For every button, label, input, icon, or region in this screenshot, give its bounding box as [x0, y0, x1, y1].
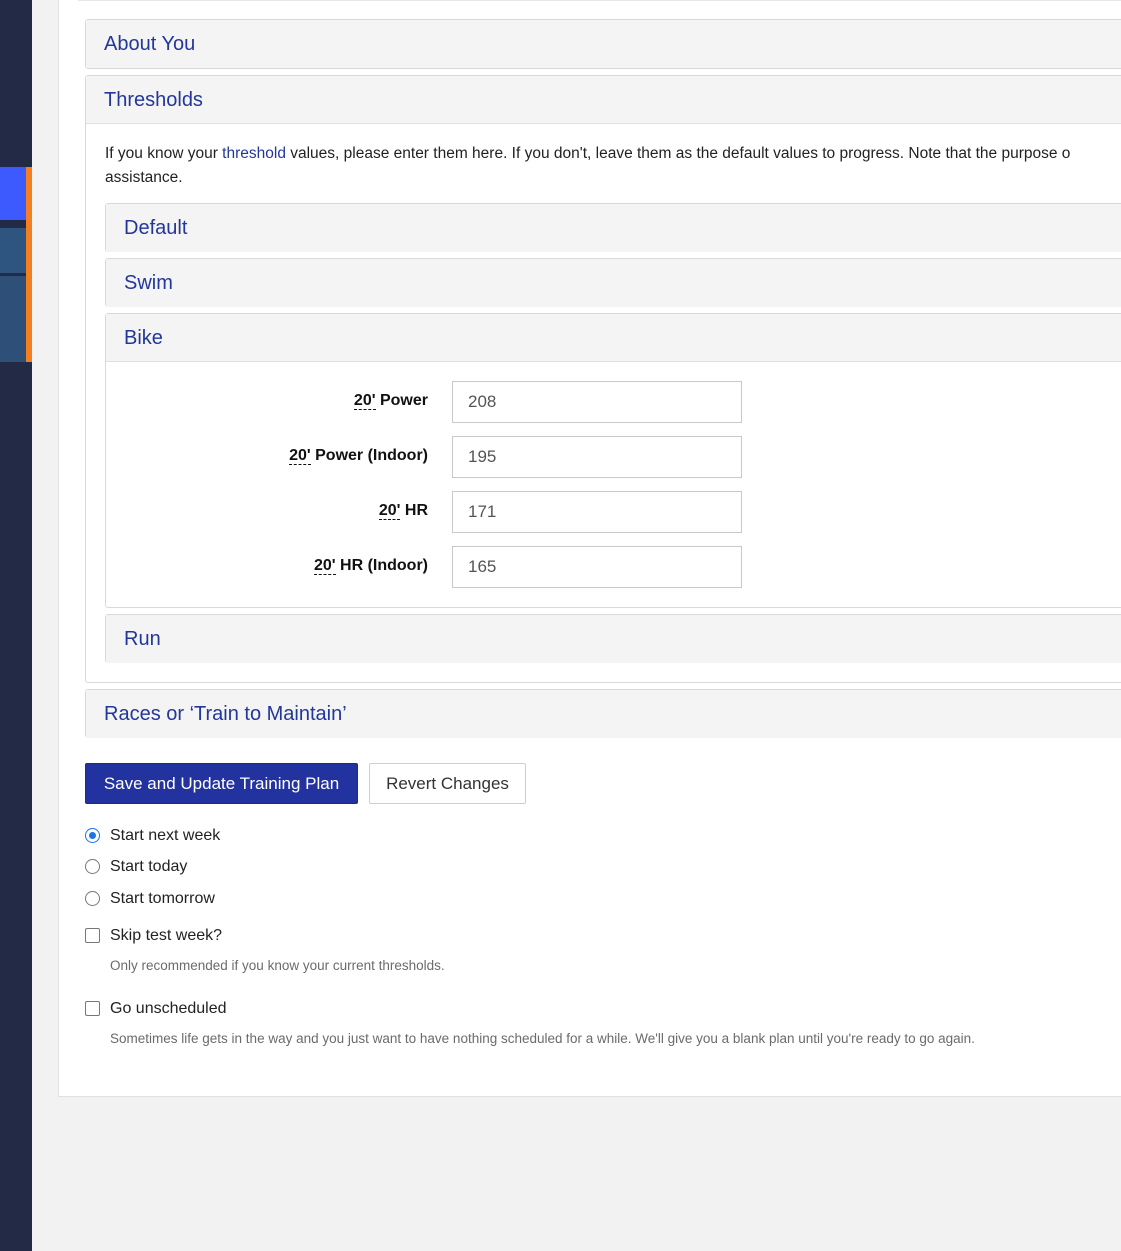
hr-input[interactable]	[452, 491, 742, 533]
radio[interactable]	[85, 891, 100, 906]
revert-button[interactable]: Revert Changes	[369, 763, 526, 804]
go-unscheduled-checkbox[interactable]	[85, 1001, 100, 1016]
panel-about-you: About You	[85, 19, 1121, 69]
field-label-hr: 20' HR	[378, 502, 428, 520]
field-label-power-indoor: 20' Power (Indoor)	[289, 447, 428, 465]
field-row-hr: 20' HR	[106, 491, 1121, 533]
panel-swim-header[interactable]: Swim	[106, 259, 1121, 307]
hr-indoor-input[interactable]	[452, 546, 742, 588]
radio-checked[interactable]	[85, 828, 100, 843]
sidebar-item[interactable]	[0, 228, 26, 273]
field-label-power: 20' Power	[353, 392, 428, 410]
save-button[interactable]: Save and Update Training Plan	[85, 763, 358, 804]
threshold-link[interactable]: threshold	[222, 145, 286, 162]
sidebar-item[interactable]	[0, 276, 26, 362]
sidebar-accent-bar	[26, 167, 32, 362]
sidebar	[0, 0, 32, 1251]
power-indoor-input[interactable]	[452, 436, 742, 478]
sidebar-item-active[interactable]	[0, 167, 26, 220]
abbr-20min: 20'	[378, 502, 401, 520]
divider	[78, 0, 1121, 1]
panel-thresholds-header[interactable]: Thresholds	[86, 76, 1121, 124]
panel-bike-header[interactable]: Bike	[106, 314, 1121, 362]
panel-about-you-header[interactable]: About You	[86, 20, 1121, 68]
field-row-hr-indoor: 20' HR (Indoor)	[106, 546, 1121, 588]
panel-races: Races or ‘Train to Maintain’	[85, 689, 1121, 738]
panel-races-header[interactable]: Races or ‘Train to Maintain’	[86, 690, 1121, 738]
panel-default: Default	[105, 203, 1121, 252]
thresholds-intro: If you know your threshold values, pleas…	[105, 145, 1071, 186]
panel-run: Run	[105, 614, 1121, 663]
radio[interactable]	[85, 859, 100, 874]
power-input[interactable]	[452, 381, 742, 423]
field-row-power-indoor: 20' Power (Indoor)	[106, 436, 1121, 478]
field-label-hr-indoor: 20' HR (Indoor)	[313, 557, 428, 575]
abbr-20min: 20'	[353, 392, 376, 410]
panel-swim: Swim	[105, 258, 1121, 307]
skip-test-week-checkbox[interactable]	[85, 928, 100, 943]
panel-bike: Bike 20' Power 20' Power (Indoor) 20' HR…	[105, 313, 1121, 608]
field-row-power: 20' Power	[106, 381, 1121, 423]
abbr-20min: 20'	[289, 447, 311, 465]
panel-default-header[interactable]: Default	[106, 204, 1121, 252]
abbr-20min: 20'	[313, 557, 336, 575]
panel-run-header[interactable]: Run	[106, 615, 1121, 663]
skip-test-week-help: Only recommended if you know your curren…	[110, 958, 445, 973]
go-unscheduled-help: Sometimes life gets in the way and you j…	[110, 1031, 975, 1046]
